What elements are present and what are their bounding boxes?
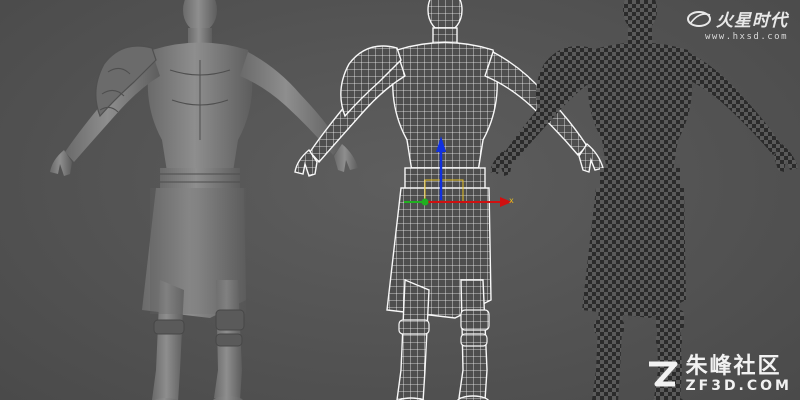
watermark-bottom-text: 朱峰社区 (685, 354, 782, 379)
hxsd-logo-icon (687, 10, 711, 27)
viewport-scene[interactable] (0, 0, 800, 400)
watermark-top: 火星时代 www.hxsd.com (686, 6, 788, 42)
zf3d-logo-icon (649, 361, 678, 386)
watermark-bottom: 朱峰社区 ZF3D.COM (645, 355, 792, 394)
shaded-model[interactable] (50, 0, 358, 400)
gizmo-x-label: x (509, 196, 514, 205)
gizmo-pivot[interactable] (421, 198, 429, 206)
3d-viewport[interactable]: x 火星时代 www.hxsd.com 朱峰社区 ZF3D.COM (0, 0, 800, 400)
watermark-top-text: 火星时代 (716, 11, 788, 31)
watermark-top-url: www.hxsd.com (704, 32, 788, 42)
checker-model[interactable] (490, 0, 798, 400)
watermark-bottom-url: ZF3D.COM (685, 378, 792, 394)
